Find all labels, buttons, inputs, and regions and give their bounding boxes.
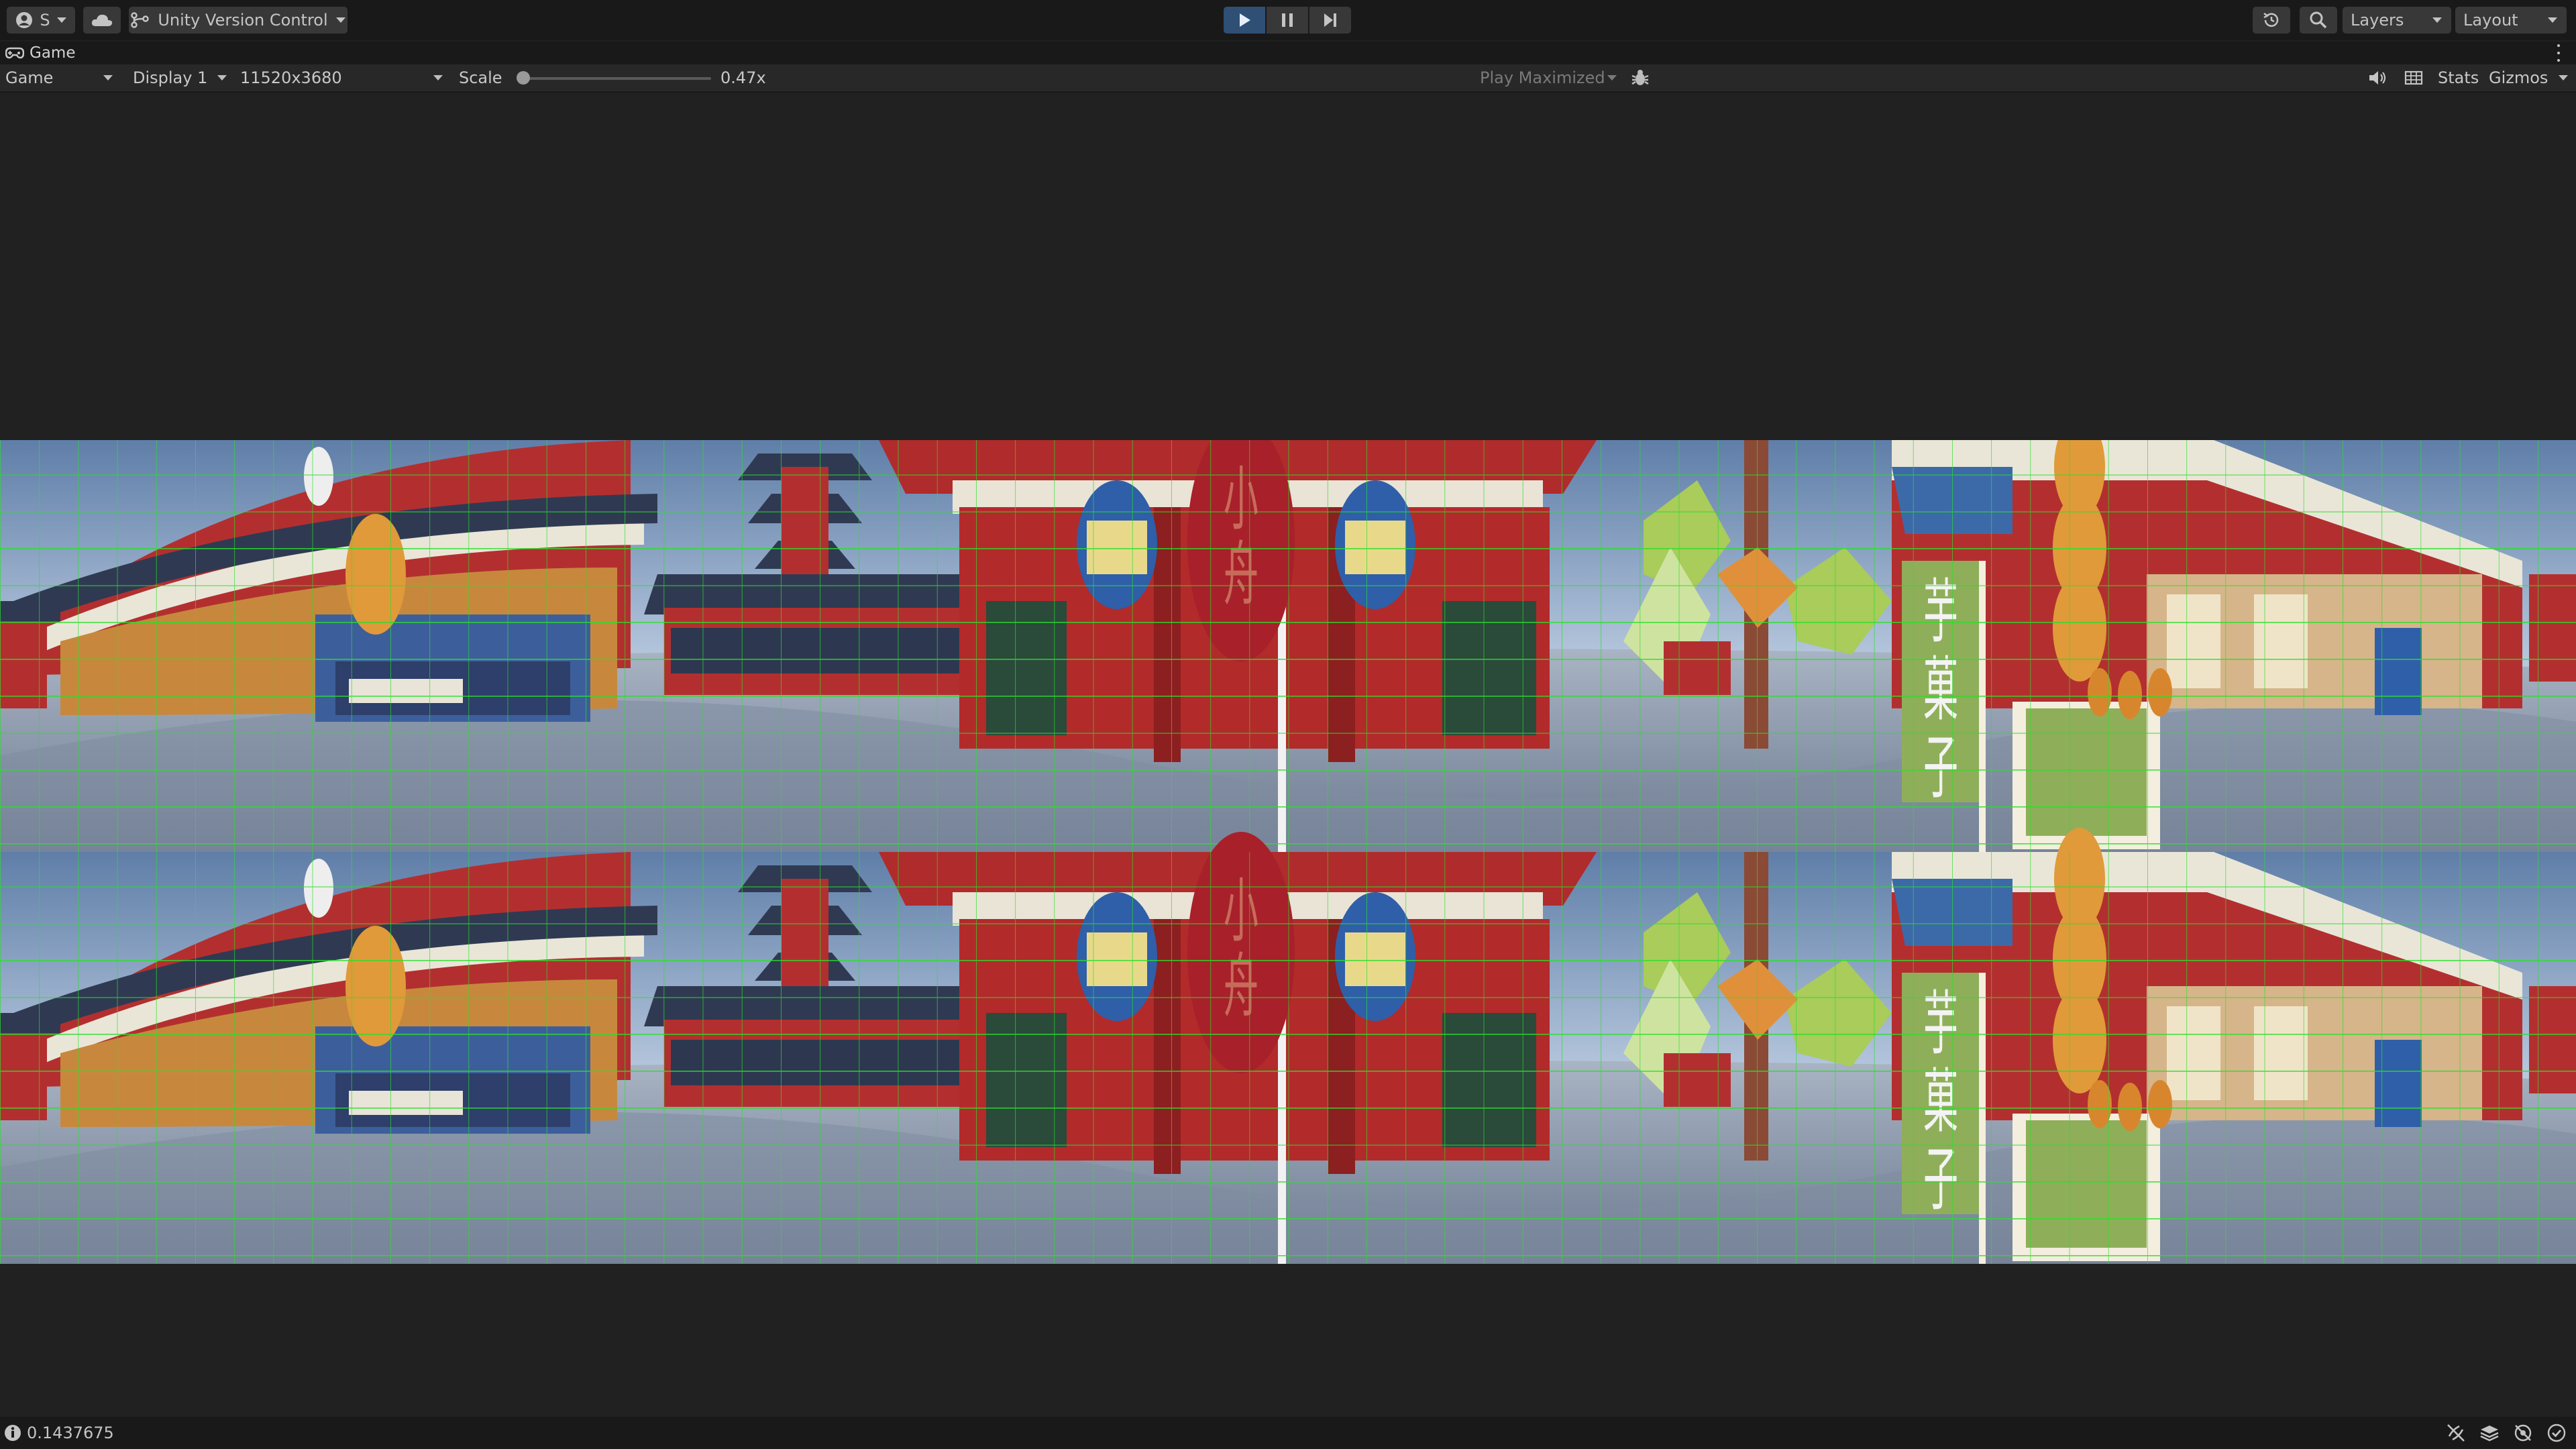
stereo-panorama-render: 小 舟 (0, 440, 2576, 1264)
chevron-down-icon (56, 17, 66, 23)
account-label: S (40, 11, 50, 30)
chevron-down-icon (2559, 75, 2568, 80)
layers-label: Layers (2351, 11, 2404, 30)
scale-value: 0.47x (720, 68, 766, 87)
left-eye-view (0, 440, 2576, 856)
version-control-label: Unity Version Control (158, 11, 328, 30)
layout-label: Layout (2463, 11, 2518, 30)
play-button[interactable] (1224, 7, 1265, 34)
step-icon (1324, 13, 1336, 27)
cloud-button[interactable] (83, 7, 121, 34)
bug-icon (1631, 70, 1649, 85)
display-label: Display 1 (133, 68, 208, 87)
scale-slider-track[interactable] (517, 77, 711, 80)
gamepad-icon (5, 47, 24, 59)
play-mode-dropdown[interactable]: Play Maximized (1480, 64, 1621, 91)
frame-debugger-button[interactable] (1630, 64, 1650, 91)
more-options-icon[interactable] (2556, 44, 2561, 62)
game-mode-dropdown[interactable]: Game (5, 64, 119, 91)
console-last-message[interactable]: 0.1437675 (4, 1417, 114, 1449)
layers-icon[interactable] (2479, 1423, 2500, 1443)
status-message: 0.1437675 (27, 1424, 114, 1442)
mute-audio-button[interactable] (2368, 64, 2387, 91)
tab-game[interactable]: Game (5, 42, 85, 64)
scene-canvas: 小 舟 (0, 440, 2576, 1264)
resolution-label: 11520x3680 (240, 68, 342, 87)
grid-toggle-button[interactable] (2404, 64, 2423, 91)
version-control-icon (131, 12, 150, 28)
info-icon (5, 1425, 21, 1441)
search-icon (2310, 11, 2327, 29)
account-dropdown[interactable]: S (7, 7, 75, 34)
chevron-down-icon (2432, 17, 2442, 23)
layers-dropdown[interactable]: Layers (2343, 7, 2451, 34)
right-eye-view (0, 828, 2576, 1264)
chevron-down-icon (1607, 75, 1617, 80)
gizmos-label: Gizmos (2489, 68, 2548, 87)
grid-icon (2404, 70, 2423, 85)
audio-icon (2369, 71, 2386, 85)
scale-label: Scale (459, 68, 502, 87)
chevron-down-icon (217, 75, 227, 80)
tab-game-label: Game (30, 44, 76, 62)
game-mode-label: Game (5, 68, 54, 87)
play-icon (1240, 13, 1250, 27)
resolution-dropdown[interactable]: 11520x3680 (240, 64, 448, 91)
pause-icon (1282, 13, 1293, 27)
game-tab-bar: Game (0, 42, 2576, 64)
cloud-icon (91, 14, 113, 26)
history-icon (2263, 12, 2279, 27)
main-toolbar: S Unity Version Control Layers Layout (0, 0, 2576, 40)
game-view-controls: Game Display 1 11520x3680 Scale 0.47x Pl… (0, 64, 2576, 93)
account-icon (16, 12, 33, 28)
status-bar: 0.1437675 (0, 1417, 2576, 1449)
version-control-dropdown[interactable]: Unity Version Control (129, 7, 347, 34)
chevron-down-icon (103, 75, 113, 80)
collab-icon[interactable] (2446, 1423, 2466, 1443)
scale-slider-handle[interactable] (517, 71, 530, 85)
layout-dropdown[interactable]: Layout (2455, 7, 2567, 34)
chevron-down-icon (433, 75, 443, 80)
game-viewport[interactable]: 小 舟 (0, 94, 2576, 1415)
check-icon[interactable] (2546, 1423, 2567, 1443)
search-button[interactable] (2300, 7, 2337, 34)
status-icons (2446, 1422, 2567, 1444)
gizmos-dropdown[interactable]: Gizmos (2489, 64, 2572, 91)
history-button[interactable] (2253, 7, 2290, 34)
chevron-down-icon (2548, 17, 2557, 23)
pause-button[interactable] (1267, 7, 1308, 34)
play-mode-label: Play Maximized (1480, 68, 1605, 87)
display-dropdown[interactable]: Display 1 (133, 64, 233, 91)
chevron-down-icon (335, 17, 345, 23)
network-icon[interactable] (2513, 1423, 2533, 1443)
step-button[interactable] (1309, 7, 1351, 34)
stats-button[interactable]: Stats (2438, 64, 2479, 91)
